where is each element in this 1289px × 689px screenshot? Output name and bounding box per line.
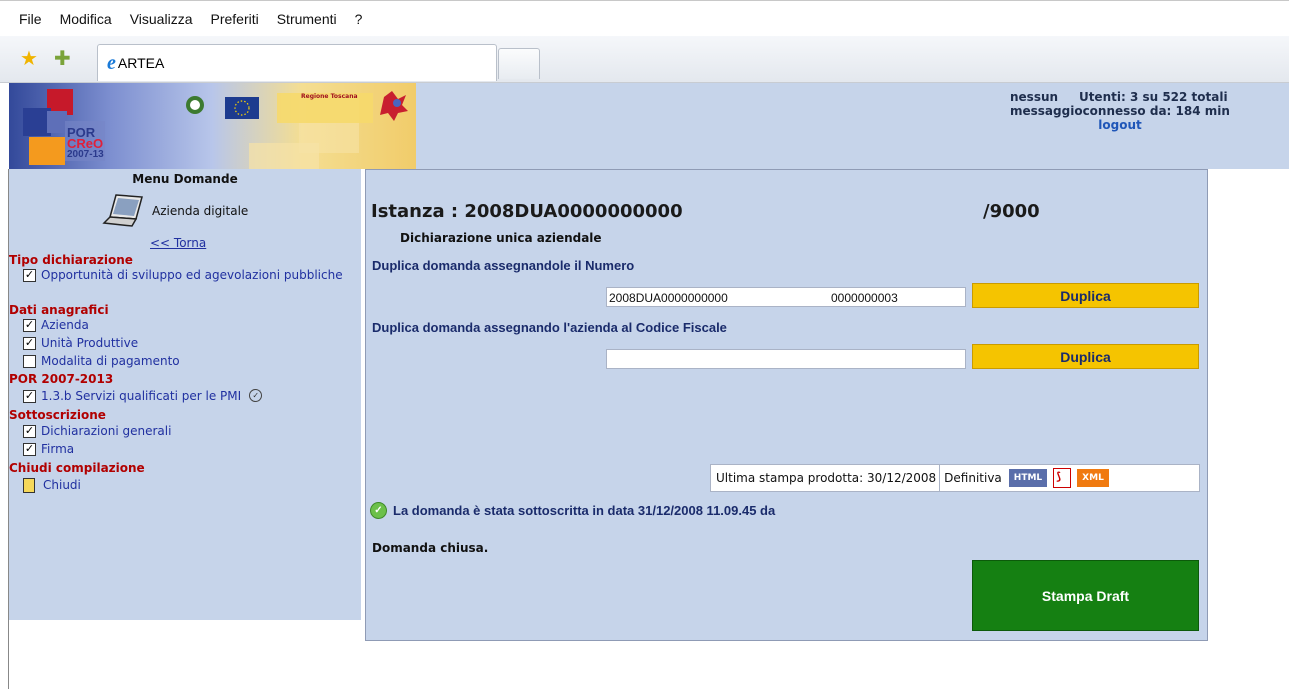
check-circle-icon: ✓ (249, 389, 263, 402)
regione-toscana-logo: Regione Toscana (301, 93, 358, 100)
checkbox[interactable]: ✓ (23, 390, 36, 403)
document-icon (23, 478, 35, 493)
tab-artea[interactable]: e ARTEA (97, 44, 497, 81)
menu-help[interactable]: ? (355, 11, 363, 27)
sidebar-item-dichiarazioni-generali[interactable]: ✓ Dichiarazioni generali (23, 424, 171, 439)
menu-visualizza[interactable]: Visualizza (130, 11, 193, 27)
sidebar-item-modalita-pagamento[interactable]: Modalita di pagamento (23, 354, 180, 369)
menu-modifica[interactable]: Modifica (60, 11, 112, 27)
ultima-stampa-bar: Ultima stampa prodotta: 30/12/2008 Defin… (710, 464, 1200, 492)
menu-preferiti[interactable]: Preferiti (210, 11, 258, 27)
menu-bar: File Modifica Visualizza Preferiti Strum… (0, 0, 1289, 37)
domanda-chiusa-text: Domanda chiusa. (372, 541, 489, 555)
favorites-star-icon[interactable]: ★ (20, 48, 38, 68)
stampa-draft-button[interactable]: Stampa Draft (972, 560, 1199, 631)
codice-fiscale-input[interactable] (606, 349, 966, 369)
checkbox[interactable]: ✓ (23, 269, 36, 282)
add-favorites-icon[interactable]: ✚ (54, 48, 71, 68)
stampa-type: Definitiva (939, 465, 1006, 491)
logout-link[interactable]: logout (1010, 118, 1270, 132)
sottoscritta-message: ✓ La domanda è stata sottoscritta in dat… (370, 502, 775, 519)
user-info: nessun Utenti: 3 su 522 totali messaggio… (1010, 90, 1270, 132)
section-por: POR 2007-2013 (9, 372, 114, 386)
numero-value: 0000000003 (831, 291, 898, 305)
section-sottoscrizione: Sottoscrizione (9, 408, 106, 422)
ultima-stampa-text: Ultima stampa prodotta: 30/12/2008 (716, 471, 937, 485)
laptop-icon (102, 194, 143, 227)
users-count: Utenti: 3 su 522 totali (1078, 90, 1228, 104)
html-download-button[interactable]: HTML (1008, 469, 1048, 487)
section-dati-anagrafici: Dati anagrafici (9, 303, 109, 317)
duplica-cf-button[interactable]: Duplica (972, 344, 1199, 369)
new-tab-button[interactable] (498, 48, 540, 79)
tab-title: ARTEA (117, 55, 165, 71)
connection-info: messaggioconnesso da: 184 min (1010, 104, 1230, 118)
check-icon: ✓ (370, 502, 387, 519)
istanza-number: /9000 (983, 201, 1040, 222)
section-chiudi-compilazione: Chiudi compilazione (9, 461, 145, 475)
checkbox[interactable]: ✓ (23, 337, 36, 350)
sidebar-item-firma[interactable]: ✓ Firma (23, 442, 74, 457)
azienda-digitale-link[interactable]: Azienda digitale (102, 193, 248, 229)
pdf-icon[interactable]: ⟆ (1053, 468, 1072, 488)
back-link[interactable]: << Torna (150, 236, 206, 250)
user-name: nessun (1010, 90, 1059, 104)
checkbox[interactable]: ✓ (23, 425, 36, 438)
duplica-numero-label: Duplica domanda assegnandole il Numero (372, 258, 635, 273)
checkbox[interactable]: ✓ (23, 443, 36, 456)
menu-strumenti[interactable]: Strumenti (277, 11, 337, 27)
por-creo-banner: POR CReO 2007-13 Regione Toscana (9, 83, 416, 169)
sidebar-menu: Menu Domande Azienda digitale << Torna T… (9, 169, 361, 620)
banner-text: POR CReO 2007-13 (67, 125, 104, 160)
dichiarazione-subtitle: Dichiarazione unica aziendale (400, 231, 602, 245)
sidebar-item-opportunita[interactable]: ✓ Opportunità di sviluppo ed agevolazion… (23, 268, 353, 283)
duplica-numero-button[interactable]: Duplica (972, 283, 1199, 308)
istanza-title: Istanza : 2008DUA0000000000 (371, 201, 683, 222)
sidebar-item-servizi-qualificati[interactable]: ✓ 1.3.b Servizi qualificati per le PMI ✓ (23, 389, 263, 404)
numero-prefix: 2008DUA0000000000 (609, 291, 728, 305)
checkbox[interactable]: ✓ (23, 319, 36, 332)
sidebar-title: Menu Domande (132, 172, 238, 186)
sidebar-item-unita-produttive[interactable]: ✓ Unità Produttive (23, 336, 138, 351)
azienda-digitale-label: Azienda digitale (152, 204, 249, 218)
xml-download-button[interactable]: XML (1077, 469, 1109, 487)
sidebar-item-chiudi[interactable]: Chiudi (23, 478, 81, 493)
menu-file[interactable]: File (19, 11, 42, 27)
ie-icon: e (107, 51, 116, 74)
section-tipo-dichiarazione: Tipo dichiarazione (9, 253, 133, 267)
duplica-cf-label: Duplica domanda assegnando l'azienda al … (372, 320, 727, 335)
checkbox[interactable] (23, 355, 36, 368)
duplica-numero-input[interactable]: 2008DUA0000000000 0000000003 (606, 287, 966, 307)
tab-bar: ★ ✚ e ARTEA (0, 36, 1289, 83)
sidebar-item-azienda[interactable]: ✓ Azienda (23, 318, 89, 333)
